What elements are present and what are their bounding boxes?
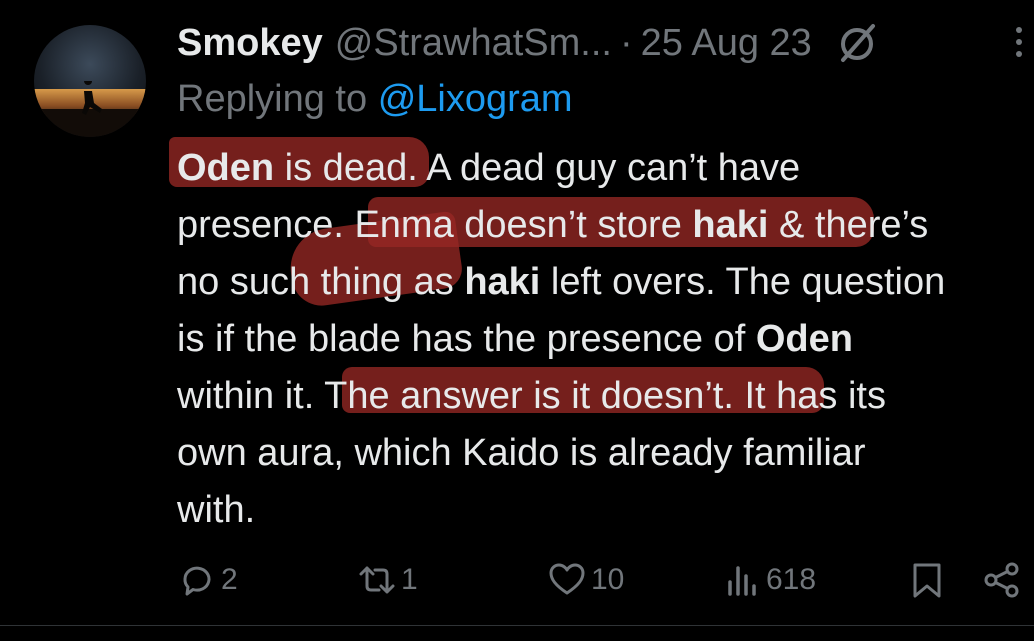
tweet-text-line: within it. The answer is it doesn’t. It … [177, 368, 1034, 425]
avatar-figure [82, 81, 102, 115]
bookmark-icon [913, 563, 941, 598]
action-bar: 2 1 10 618 [177, 555, 1027, 605]
views-button[interactable]: 618 [722, 555, 816, 605]
author-handle[interactable]: @StrawhatSm... [335, 22, 612, 65]
grok-icon[interactable] [834, 20, 880, 66]
share-icon [984, 562, 1019, 598]
repost-button[interactable]: 1 [357, 555, 418, 605]
replying-to-label: Replying to [177, 78, 368, 120]
replying-to-link[interactable]: @Lixogram [378, 78, 573, 120]
share-button[interactable] [982, 555, 1026, 605]
tweet-text-line: no such thing as haki left overs. The qu… [177, 254, 1034, 311]
bold-text: haki [464, 261, 541, 303]
text-run: & there’s [768, 204, 929, 246]
text-run: is if the blade has the presence of [177, 318, 756, 360]
separator-dot: · [619, 21, 633, 64]
like-button[interactable]: 10 [547, 555, 624, 605]
repost-count: 1 [401, 563, 418, 596]
text-run: left overs. The question [540, 261, 946, 303]
tweet-text-line: with. [177, 482, 1034, 539]
bold-text: haki [692, 204, 769, 246]
text-run: within it. The answer is it doesn’t. It … [177, 375, 886, 417]
tweet-date[interactable]: 25 Aug 23 [641, 22, 812, 65]
text-run: presence. Enma doesn’t store [177, 204, 693, 246]
reply-button[interactable]: 2 [177, 555, 238, 605]
more-icon[interactable] [1012, 22, 1026, 70]
tweet-header: Smokey @StrawhatSm... · 25 Aug 23 [177, 18, 880, 68]
repost-icon [359, 566, 395, 594]
reply-count: 2 [221, 563, 238, 596]
views-count: 618 [766, 563, 817, 596]
tweet-text-line: presence. Enma doesn’t store haki & ther… [177, 197, 1034, 254]
text-run: no such thing as [177, 261, 465, 303]
tweet-text-line: Oden is dead. A dead guy can’t have [177, 140, 1034, 197]
divider [0, 625, 1034, 626]
like-count: 10 [591, 563, 625, 596]
tweet-text-line: is if the blade has the presence of Oden [177, 311, 1034, 368]
text-run: is dead. A dead guy can’t have [274, 147, 801, 189]
avatar[interactable] [34, 25, 146, 137]
bookmark-button[interactable] [907, 555, 951, 605]
tweet-text-line: own aura, which Kaido is already familia… [177, 425, 1034, 482]
text-run: own aura, which Kaido is already familia… [177, 432, 866, 474]
tweet-text: Oden is dead. A dead guy can’t have prese… [177, 140, 1034, 539]
bold-text: Oden [755, 318, 853, 360]
reply-icon [183, 566, 211, 596]
bold-text: Oden [177, 147, 275, 189]
like-icon [549, 563, 585, 595]
author-name[interactable]: Smokey [177, 22, 323, 65]
replying-to: Replying to @Lixogram [177, 78, 573, 121]
views-icon [728, 566, 756, 596]
text-run: with. [177, 489, 256, 531]
